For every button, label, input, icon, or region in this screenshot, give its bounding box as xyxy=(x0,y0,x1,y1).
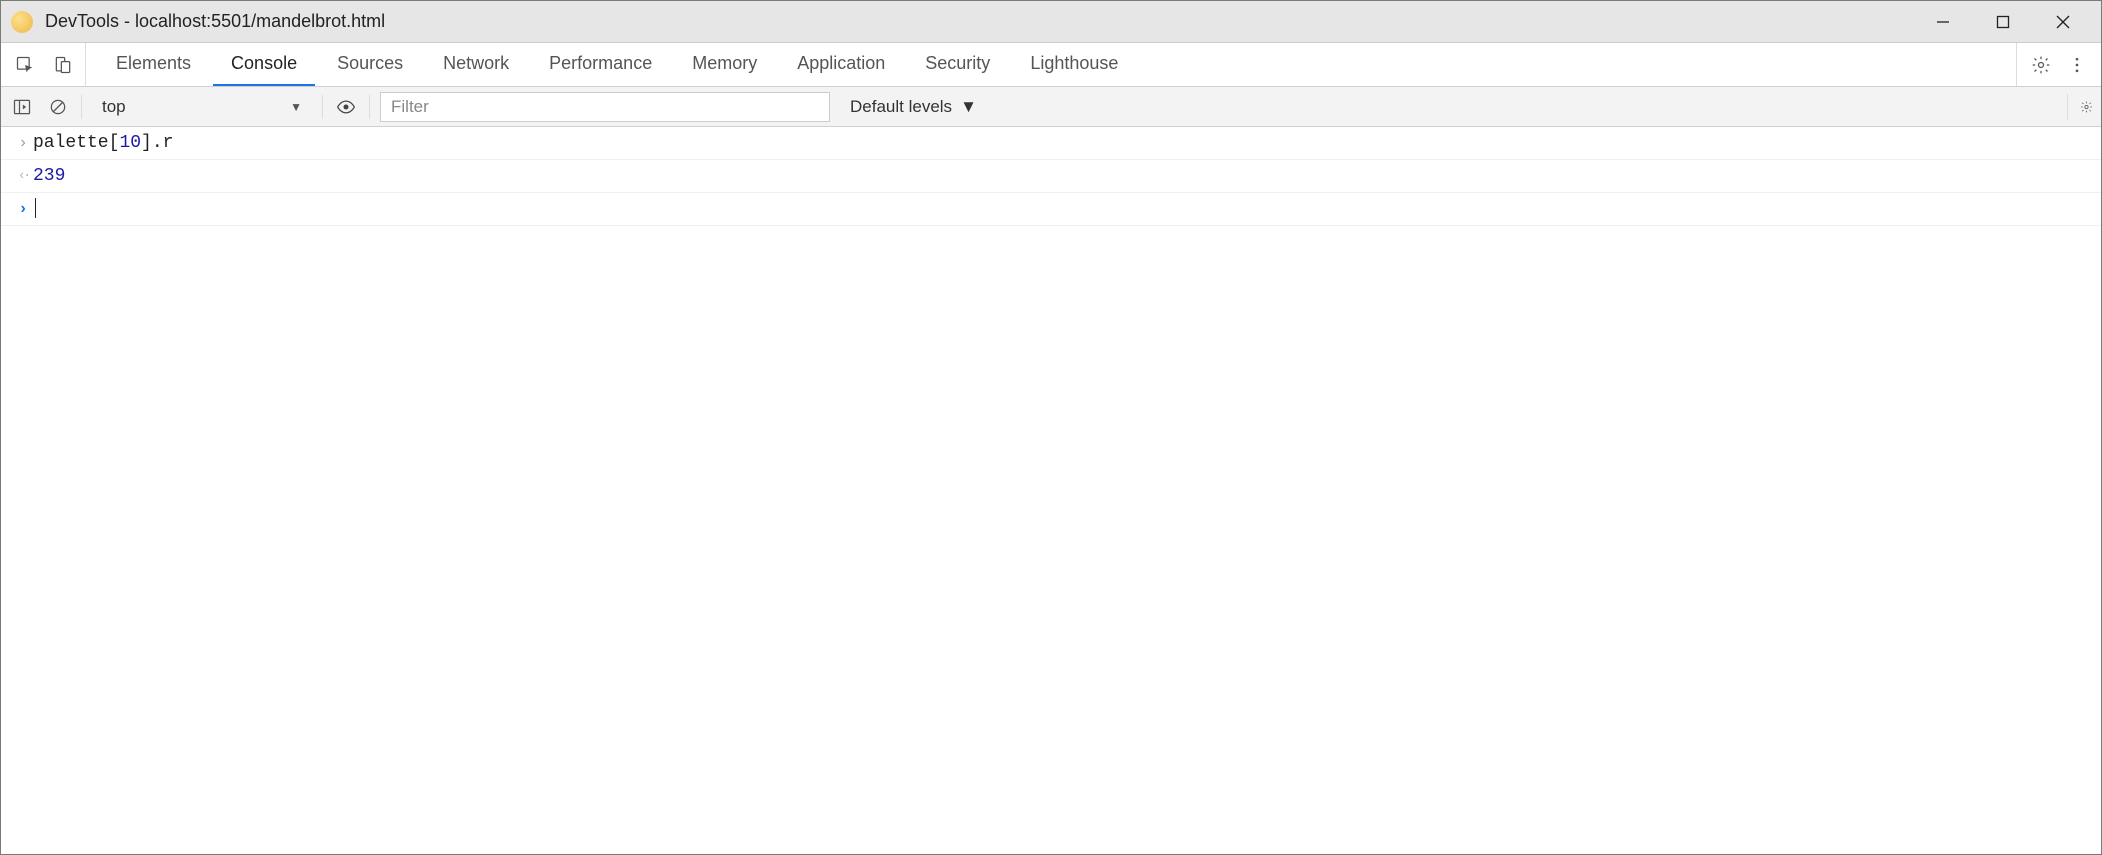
levels-label: Default levels xyxy=(850,97,952,117)
tab-network[interactable]: Network xyxy=(425,43,527,86)
console-toolbar: top ▼ Default levels ▼ xyxy=(1,87,2101,127)
console-settings-gear-icon[interactable] xyxy=(2067,94,2093,120)
tabs-list: ElementsConsoleSourcesNetworkPerformance… xyxy=(92,43,1136,86)
toggle-drawer-icon[interactable] xyxy=(9,94,35,120)
tab-console[interactable]: Console xyxy=(213,43,315,86)
console-input-row: palette[10].r xyxy=(1,127,2101,160)
settings-gear-icon[interactable] xyxy=(2027,51,2055,79)
console-prompt-row[interactable] xyxy=(1,193,2101,226)
prompt-arrow-icon xyxy=(13,195,33,223)
tabs-bar: ElementsConsoleSourcesNetworkPerformance… xyxy=(1,43,2101,87)
select-element-icon[interactable] xyxy=(13,53,37,77)
chevron-down-icon: ▼ xyxy=(290,100,302,114)
output-arrow-icon xyxy=(13,162,33,190)
device-toolbar-icon[interactable] xyxy=(51,53,75,77)
console-output[interactable]: palette[10].r 239 xyxy=(1,127,2101,854)
filter-input[interactable] xyxy=(380,92,830,122)
console-line-content: palette[10].r xyxy=(33,129,2093,157)
tab-memory[interactable]: Memory xyxy=(674,43,775,86)
tab-performance[interactable]: Performance xyxy=(531,43,670,86)
clear-console-icon[interactable] xyxy=(45,94,71,120)
console-line-content xyxy=(33,195,2093,223)
tab-lighthouse[interactable]: Lighthouse xyxy=(1012,43,1136,86)
maximize-button[interactable] xyxy=(1973,1,2033,43)
tab-sources[interactable]: Sources xyxy=(319,43,421,86)
more-menu-icon[interactable] xyxy=(2063,51,2091,79)
titlebar: DevTools - localhost:5501/mandelbrot.htm… xyxy=(1,1,2101,43)
favicon-icon xyxy=(11,11,33,33)
tab-security[interactable]: Security xyxy=(907,43,1008,86)
devtools-window: DevTools - localhost:5501/mandelbrot.htm… xyxy=(0,0,2102,855)
text-caret xyxy=(35,198,36,218)
tab-application[interactable]: Application xyxy=(779,43,903,86)
chevron-down-icon: ▼ xyxy=(960,97,977,117)
console-line-content: 239 xyxy=(33,162,2093,190)
prompt-arrow-icon xyxy=(13,129,33,157)
live-expression-icon[interactable] xyxy=(333,94,359,120)
tab-elements[interactable]: Elements xyxy=(98,43,209,86)
log-levels-select[interactable]: Default levels ▼ xyxy=(840,97,987,117)
execution-context-select[interactable]: top ▼ xyxy=(92,97,312,117)
minimize-button[interactable] xyxy=(1913,1,1973,43)
console-output-row: 239 xyxy=(1,160,2101,193)
context-label: top xyxy=(102,97,126,117)
close-button[interactable] xyxy=(2033,1,2093,43)
window-title: DevTools - localhost:5501/mandelbrot.htm… xyxy=(45,11,385,32)
